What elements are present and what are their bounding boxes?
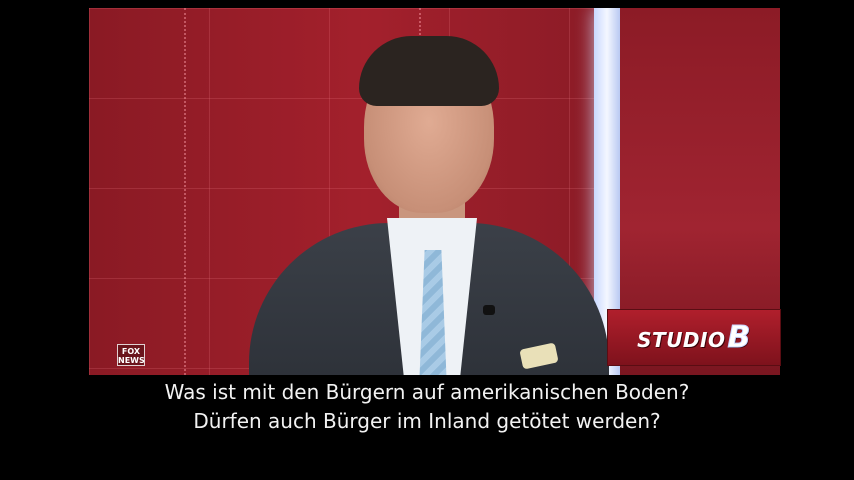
backdrop-line: [184, 8, 188, 375]
subtitle-line-2: Dürfen auch Bürger im Inland getötet wer…: [193, 409, 661, 433]
lapel-mic: [483, 305, 495, 315]
logo-line-2: NEWS: [118, 356, 145, 365]
news-anchor: [239, 28, 619, 375]
studio-label: STUDIO: [637, 328, 726, 352]
studio-b-label: STUDIOB: [637, 320, 751, 356]
subtitles: Was ist mit den Bürgern auf amerikanisch…: [0, 378, 854, 436]
logo-line-1: FOX: [121, 347, 141, 356]
studio-b-letter: B: [727, 320, 751, 356]
subtitle-line-1: Was ist mit den Bürgern auf amerikanisch…: [164, 380, 690, 404]
anchor-hair: [359, 36, 499, 106]
fox-news-logo: FOX NEWS: [117, 344, 145, 366]
studio-b-badge: STUDIOB: [607, 309, 781, 366]
